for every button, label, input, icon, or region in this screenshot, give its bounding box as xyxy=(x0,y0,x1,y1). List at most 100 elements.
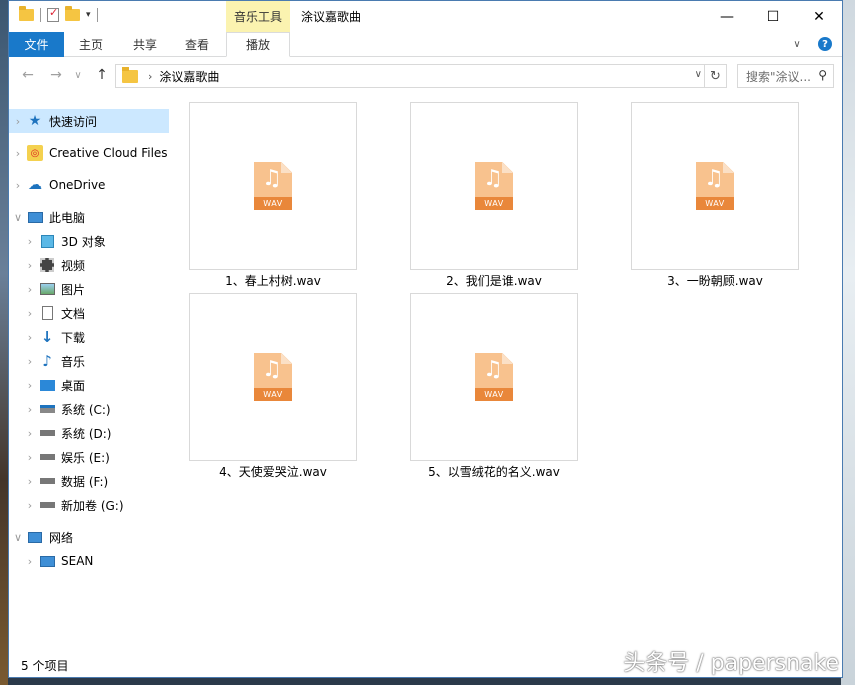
breadcrumb-current[interactable]: 涂议嘉歌曲 xyxy=(159,68,219,85)
nav-item-drive-f[interactable]: › 数据 (F:) xyxy=(9,469,169,493)
file-type-badge: WAV xyxy=(254,388,292,401)
nav-item-label: 文档 xyxy=(61,306,86,321)
properties-icon[interactable] xyxy=(47,6,59,22)
nav-item-pictures[interactable]: › 图片 xyxy=(9,277,169,301)
nav-item-label: 下载 xyxy=(61,330,86,345)
window-title: 涂议嘉歌曲 xyxy=(301,10,362,24)
nav-item-sean[interactable]: › SEAN xyxy=(9,549,169,573)
file-name[interactable]: 3、一盼朝顾.wav xyxy=(631,272,799,289)
nav-item-drive-g[interactable]: › 新加卷 (G:) xyxy=(9,493,169,517)
maximize-button[interactable]: ☐ xyxy=(750,1,796,32)
nav-item-drive-e[interactable]: › 娱乐 (E:) xyxy=(9,445,169,469)
file-item[interactable]: ♫ WAV 3、一盼朝顾.wav xyxy=(631,102,799,289)
forward-button[interactable]: → xyxy=(45,64,67,86)
nav-item-label: Creative Cloud Files xyxy=(49,146,168,160)
chevron-down-icon[interactable]: ∨ xyxy=(9,531,27,544)
chevron-right-icon[interactable]: › xyxy=(21,451,39,464)
ribbon-controls: ∨ ? xyxy=(790,37,832,51)
navigation-pane: › ★ 快速访问 › ◎ Creative Cloud Files › ☁ On… xyxy=(9,99,169,647)
chevron-right-icon[interactable]: › xyxy=(9,147,27,160)
file-thumbnail[interactable]: ♫ WAV xyxy=(631,102,799,270)
help-icon[interactable]: ? xyxy=(818,37,832,51)
address-bar[interactable]: › 涂议嘉歌曲 ∨ ↻ xyxy=(115,64,727,88)
nav-item-network[interactable]: ∨ 网络 xyxy=(9,525,169,549)
desktop-background-right xyxy=(841,0,855,685)
new-folder-icon[interactable] xyxy=(65,6,80,21)
chevron-right-icon[interactable]: › xyxy=(21,235,39,248)
folder-icon xyxy=(122,66,138,83)
drive-icon xyxy=(39,425,55,441)
nav-item-music[interactable]: › ♪ 音乐 xyxy=(9,349,169,373)
nav-item-3d-objects[interactable]: › 3D 对象 xyxy=(9,229,169,253)
nav-item-documents[interactable]: › 文档 xyxy=(9,301,169,325)
chevron-right-icon[interactable]: › xyxy=(21,555,39,568)
minimize-button[interactable]: — xyxy=(704,1,750,32)
music-icon: ♪ xyxy=(42,352,52,370)
file-thumbnail[interactable]: ♫ WAV xyxy=(189,293,357,461)
file-item[interactable]: ♫ WAV 1、春上村树.wav xyxy=(189,102,357,289)
tab-share[interactable]: 共享 xyxy=(121,32,169,57)
chevron-right-icon[interactable]: › xyxy=(21,499,39,512)
nav-item-onedrive[interactable]: › ☁ OneDrive xyxy=(9,173,169,197)
explorer-window: ▾ 音乐工具 涂议嘉歌曲 — ☐ ✕ 文件 主页 共享 查看 播放 ∨ ? ← … xyxy=(8,0,843,678)
nav-item-quick-access[interactable]: › ★ 快速访问 xyxy=(9,109,169,133)
network-icon xyxy=(27,529,43,545)
close-button[interactable]: ✕ xyxy=(796,1,842,32)
chevron-right-icon[interactable]: › xyxy=(21,427,39,440)
back-button[interactable]: ← xyxy=(17,64,39,86)
file-type-badge: WAV xyxy=(475,388,513,401)
chevron-down-icon: ∨ xyxy=(74,69,82,81)
file-name[interactable]: 2、我们是谁.wav xyxy=(410,272,578,289)
divider xyxy=(96,8,98,22)
file-item[interactable]: ♫ WAV 2、我们是谁.wav xyxy=(410,102,578,289)
document-icon xyxy=(39,305,55,321)
up-button[interactable]: ↑ xyxy=(91,64,113,86)
nav-item-drive-d[interactable]: › 系统 (D:) xyxy=(9,421,169,445)
chevron-right-icon[interactable]: › xyxy=(9,115,27,128)
search-input[interactable]: 搜索"涂议... ⚲ xyxy=(737,64,834,88)
file-name[interactable]: 4、天使爱哭泣.wav xyxy=(189,463,357,480)
file-view: ♫ WAV 1、春上村树.wav ♫ WAV 2、我们是谁.wav ♫ WAV xyxy=(176,99,836,647)
quick-access-toolbar: ▾ xyxy=(19,6,98,22)
chevron-right-icon[interactable]: › xyxy=(21,307,39,320)
file-thumbnail[interactable]: ♫ WAV xyxy=(189,102,357,270)
chevron-right-icon[interactable]: › xyxy=(21,283,39,296)
recent-locations-button[interactable]: ∨ xyxy=(67,64,89,86)
chevron-right-icon[interactable]: › xyxy=(148,70,152,83)
arrow-up-icon: ↑ xyxy=(96,67,108,83)
computer-icon xyxy=(39,553,55,569)
wav-file-icon: ♫ WAV xyxy=(475,162,513,210)
nav-item-this-pc[interactable]: ∨ 此电脑 xyxy=(9,205,169,229)
nav-item-desktop[interactable]: › 桌面 xyxy=(9,373,169,397)
chevron-right-icon[interactable]: › xyxy=(21,355,39,368)
chevron-right-icon[interactable]: › xyxy=(21,403,39,416)
nav-item-videos[interactable]: › 视频 xyxy=(9,253,169,277)
expand-ribbon-icon[interactable]: ∨ xyxy=(790,37,804,51)
chevron-right-icon[interactable]: › xyxy=(21,259,39,272)
file-item[interactable]: ♫ WAV 4、天使爱哭泣.wav xyxy=(189,293,357,480)
wav-file-icon: ♫ WAV xyxy=(696,162,734,210)
chevron-right-icon[interactable]: › xyxy=(21,331,39,344)
tab-play[interactable]: 播放 xyxy=(226,32,290,57)
chevron-down-icon[interactable]: ▾ xyxy=(86,10,91,20)
tab-view[interactable]: 查看 xyxy=(173,32,221,57)
drive-icon xyxy=(39,473,55,489)
nav-item-creative-cloud[interactable]: › ◎ Creative Cloud Files xyxy=(9,141,169,165)
music-tools-header: 音乐工具 xyxy=(226,1,290,32)
nav-item-downloads[interactable]: › ↓ 下载 xyxy=(9,325,169,349)
tab-home[interactable]: 主页 xyxy=(67,32,115,57)
chevron-down-icon[interactable]: ∨ xyxy=(9,211,27,224)
refresh-button[interactable]: ↻ xyxy=(704,65,726,87)
file-name[interactable]: 5、以雪绒花的名义.wav xyxy=(410,463,578,480)
nav-item-drive-c[interactable]: › 系统 (C:) xyxy=(9,397,169,421)
chevron-down-icon[interactable]: ∨ xyxy=(695,69,702,80)
file-thumbnail[interactable]: ♫ WAV xyxy=(410,293,578,461)
file-thumbnail[interactable]: ♫ WAV xyxy=(410,102,578,270)
file-item[interactable]: ♫ WAV 5、以雪绒花的名义.wav xyxy=(410,293,578,480)
tab-file[interactable]: 文件 xyxy=(9,32,64,57)
chevron-right-icon[interactable]: › xyxy=(9,179,27,192)
chevron-right-icon[interactable]: › xyxy=(21,475,39,488)
nav-item-label: OneDrive xyxy=(49,178,106,192)
file-name[interactable]: 1、春上村树.wav xyxy=(189,272,357,289)
chevron-right-icon[interactable]: › xyxy=(21,379,39,392)
